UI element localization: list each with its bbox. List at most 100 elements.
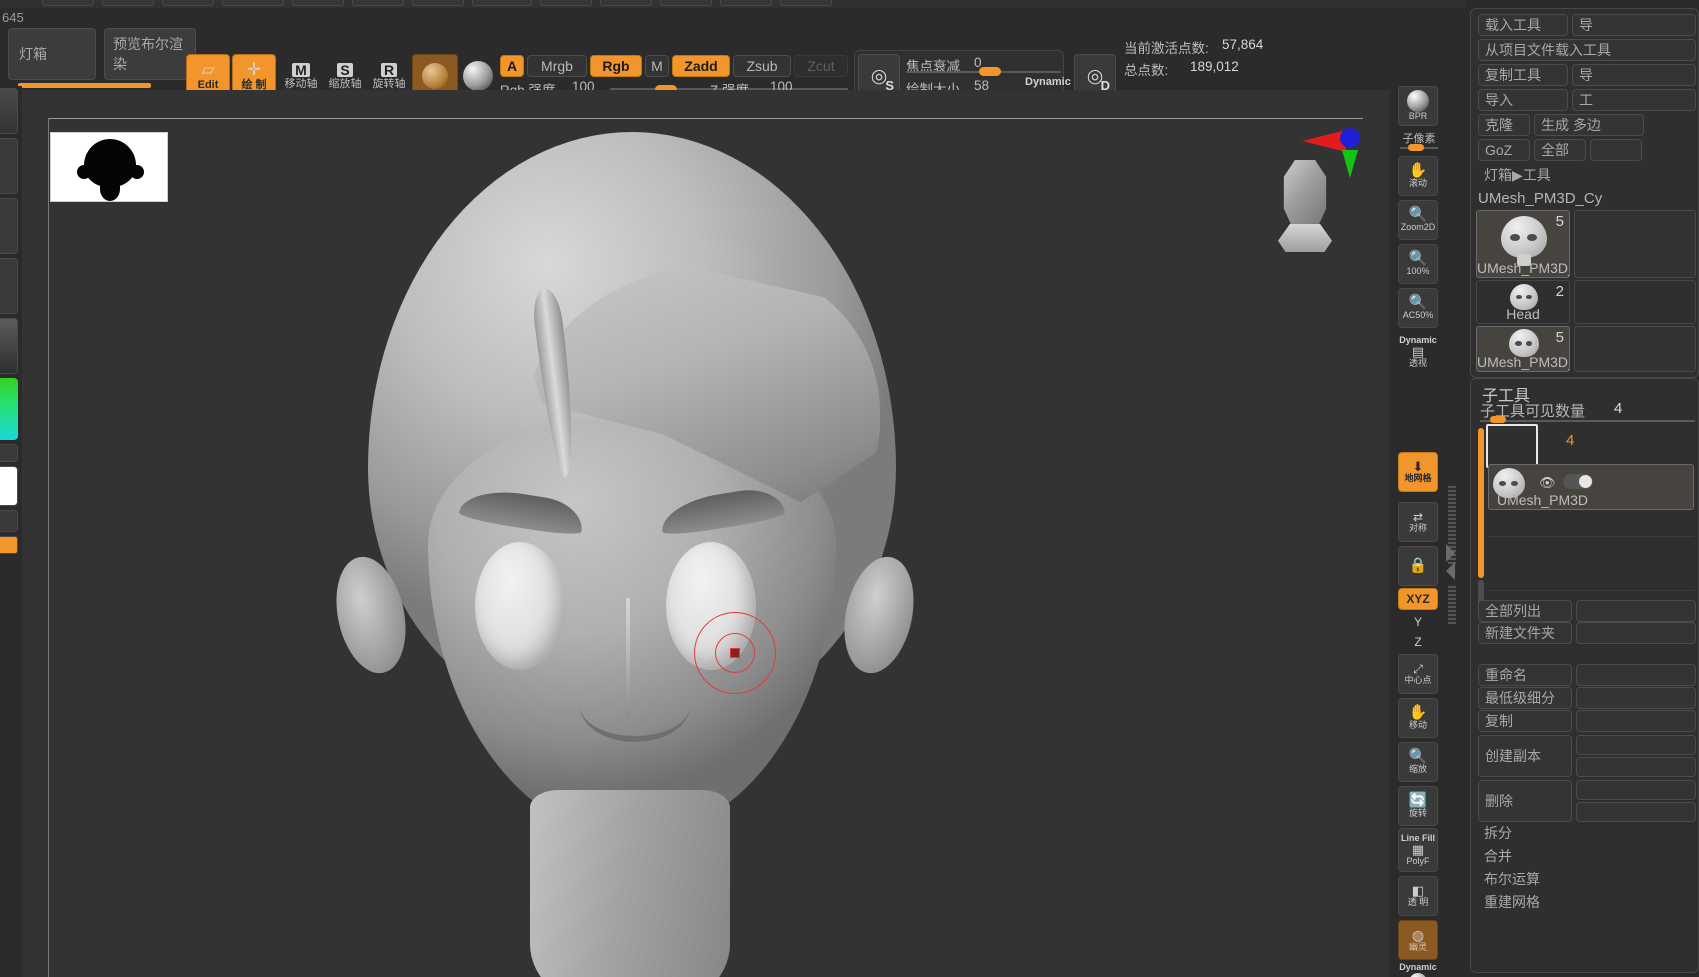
- subtool-scroll-indicator-orange[interactable]: [1478, 428, 1484, 578]
- tool-thumb-1-right-slot[interactable]: [1574, 280, 1696, 324]
- menu-item[interactable]: [720, 0, 772, 6]
- menu-item[interactable]: [352, 0, 404, 6]
- menu-item[interactable]: [162, 0, 214, 6]
- left-shelf-gradient-swatch[interactable]: [0, 536, 18, 554]
- lightbox-button[interactable]: 灯箱: [8, 28, 96, 80]
- left-shelf-brush-slot[interactable]: [0, 88, 18, 134]
- left-shelf-main-color[interactable]: [0, 466, 18, 506]
- delete-right-slot-a[interactable]: [1576, 780, 1696, 800]
- ac50-button[interactable]: 🔍 AC50%: [1398, 288, 1438, 328]
- tool-thumb-2-right-slot[interactable]: [1574, 326, 1696, 372]
- tool-thumb-1[interactable]: 2 Head: [1476, 280, 1570, 324]
- list-all-right-slot[interactable]: [1576, 600, 1696, 622]
- symmetry-button[interactable]: ⇄ 对称: [1398, 502, 1438, 542]
- lowest-subdiv-button[interactable]: 最低级细分: [1478, 687, 1572, 709]
- import-button[interactable]: 导入: [1478, 89, 1568, 111]
- xyz-button[interactable]: XYZ: [1398, 588, 1438, 610]
- menu-item[interactable]: [660, 0, 712, 6]
- menu-item[interactable]: [780, 0, 832, 6]
- tool-thumb-2[interactable]: 5 UMesh_PM3D_C: [1476, 326, 1570, 372]
- dynamic-shadow-button[interactable]: Dynamic: [1398, 962, 1438, 977]
- subtool-item-0[interactable]: 👁 UMesh_PM3D: [1488, 464, 1694, 510]
- m-button[interactable]: M: [645, 55, 669, 77]
- new-folder-button[interactable]: 新建文件夹: [1478, 622, 1572, 644]
- bpr-button[interactable]: BPR: [1398, 86, 1438, 126]
- scale-button[interactable]: 🔍 缩放: [1398, 742, 1438, 782]
- alpha-channel-a-button[interactable]: A: [500, 55, 524, 77]
- left-shelf-stroke-slot[interactable]: [0, 138, 18, 194]
- left-shelf-alpha-slot[interactable]: [0, 198, 18, 254]
- lightbox-tool-button[interactable]: 灯箱▶工具: [1478, 164, 1696, 186]
- transparent-button[interactable]: ◧ 透 明: [1398, 876, 1438, 916]
- mrgb-button[interactable]: Mrgb: [527, 55, 587, 77]
- zoom2d-button[interactable]: 🔍 Zoom2D: [1398, 200, 1438, 240]
- subtool-item-0-visibility-toggle[interactable]: [1563, 474, 1593, 489]
- menu-item[interactable]: [472, 0, 532, 6]
- boolean-button[interactable]: 布尔运算: [1478, 868, 1696, 890]
- document-thumbnail[interactable]: [50, 132, 168, 202]
- actual-size-button[interactable]: 🔍 100%: [1398, 244, 1438, 284]
- list-all-button[interactable]: 全部列出: [1478, 600, 1572, 622]
- goz-all-button[interactable]: 全部: [1534, 139, 1586, 161]
- rename-button[interactable]: 重命名: [1478, 664, 1572, 686]
- zsub-button[interactable]: Zsub: [733, 55, 791, 77]
- ghost-button[interactable]: ◍ 幽灵: [1398, 920, 1438, 960]
- axis-x-icon[interactable]: [1302, 130, 1346, 152]
- floor-grid-button[interactable]: ⬇ 地网格: [1398, 452, 1438, 492]
- merge-button[interactable]: 合并: [1478, 845, 1696, 867]
- rename-right-slot[interactable]: [1576, 664, 1696, 686]
- split-button[interactable]: 拆分: [1478, 822, 1696, 844]
- delete-button[interactable]: 删除: [1478, 780, 1572, 822]
- load-tool-button[interactable]: 载入工具: [1478, 14, 1568, 36]
- zadd-button[interactable]: Zadd: [672, 55, 730, 77]
- dynamic-label[interactable]: Dynamic: [1025, 76, 1071, 88]
- panel-collapse-arrow-right[interactable]: [1446, 544, 1455, 562]
- menu-item[interactable]: [292, 0, 344, 6]
- new-folder-right-slot[interactable]: [1576, 622, 1696, 644]
- navigation-gizmo[interactable]: [1258, 140, 1368, 250]
- copy-tool-button[interactable]: 复制工具: [1478, 64, 1568, 86]
- menu-item[interactable]: [540, 0, 592, 6]
- left-shelf-color-picker[interactable]: [0, 378, 18, 440]
- menu-item[interactable]: [412, 0, 464, 6]
- left-shelf-switch-color[interactable]: [0, 444, 18, 462]
- left-shelf-texture-slot[interactable]: [0, 258, 18, 314]
- tool-thumb-0[interactable]: 5 UMesh_PM3D_C: [1476, 210, 1570, 278]
- make-polymesh-button[interactable]: 生成 多边: [1534, 114, 1644, 136]
- rgb-button[interactable]: Rgb: [590, 55, 642, 77]
- zcut-button[interactable]: Zcut: [794, 55, 848, 77]
- duplicate-button[interactable]: 复制: [1478, 710, 1572, 732]
- export-button[interactable]: 工: [1572, 89, 1696, 111]
- make-copy-button[interactable]: 创建副本: [1478, 735, 1572, 777]
- menu-item[interactable]: [600, 0, 652, 6]
- z-axis-button[interactable]: Z: [1398, 632, 1438, 652]
- y-axis-button[interactable]: Y: [1398, 612, 1438, 632]
- move-button[interactable]: ✋ 移动: [1398, 698, 1438, 738]
- focal-shift-slider[interactable]: 焦点衰减 0: [906, 55, 1061, 73]
- make-copy-right-slot-a[interactable]: [1576, 735, 1696, 755]
- lowest-subdiv-right-slot[interactable]: [1576, 687, 1696, 709]
- sculpt-model-head[interactable]: [330, 118, 930, 908]
- subtool-visible-knob[interactable]: [1490, 416, 1506, 423]
- load-from-project-button[interactable]: 从项目文件载入工具: [1478, 39, 1696, 61]
- polyframe-button[interactable]: Line Fill ▦ PolyF: [1398, 828, 1438, 872]
- goz-button[interactable]: GoZ: [1478, 139, 1530, 161]
- menu-bar-clipped[interactable]: [0, 0, 1699, 8]
- menu-item[interactable]: [102, 0, 154, 6]
- paste-tool-button[interactable]: 导: [1572, 64, 1696, 86]
- left-shelf-secondary-color[interactable]: [0, 510, 18, 532]
- goz-visible-button[interactable]: [1590, 139, 1642, 161]
- center-button[interactable]: ⤢ 中心点: [1398, 654, 1438, 694]
- menu-item[interactable]: [42, 0, 94, 6]
- make-copy-right-slot-b[interactable]: [1576, 757, 1696, 777]
- tool-thumb-0-right-slot[interactable]: [1574, 210, 1696, 278]
- subtool-item-0-eye-toggle[interactable]: 👁: [1539, 475, 1556, 491]
- duplicate-right-slot[interactable]: [1576, 710, 1696, 732]
- subtool-visible-slider[interactable]: [1480, 420, 1695, 422]
- save-tool-button[interactable]: 导: [1572, 14, 1696, 36]
- panel-collapse-arrow-left[interactable]: [1446, 562, 1455, 580]
- delete-right-slot-b[interactable]: [1576, 802, 1696, 822]
- perspective-button[interactable]: Dynamic ▤ 透视: [1398, 330, 1438, 374]
- remesh-button[interactable]: 重建网格: [1478, 891, 1696, 913]
- rotate-button[interactable]: 🔄 旋转: [1398, 786, 1438, 826]
